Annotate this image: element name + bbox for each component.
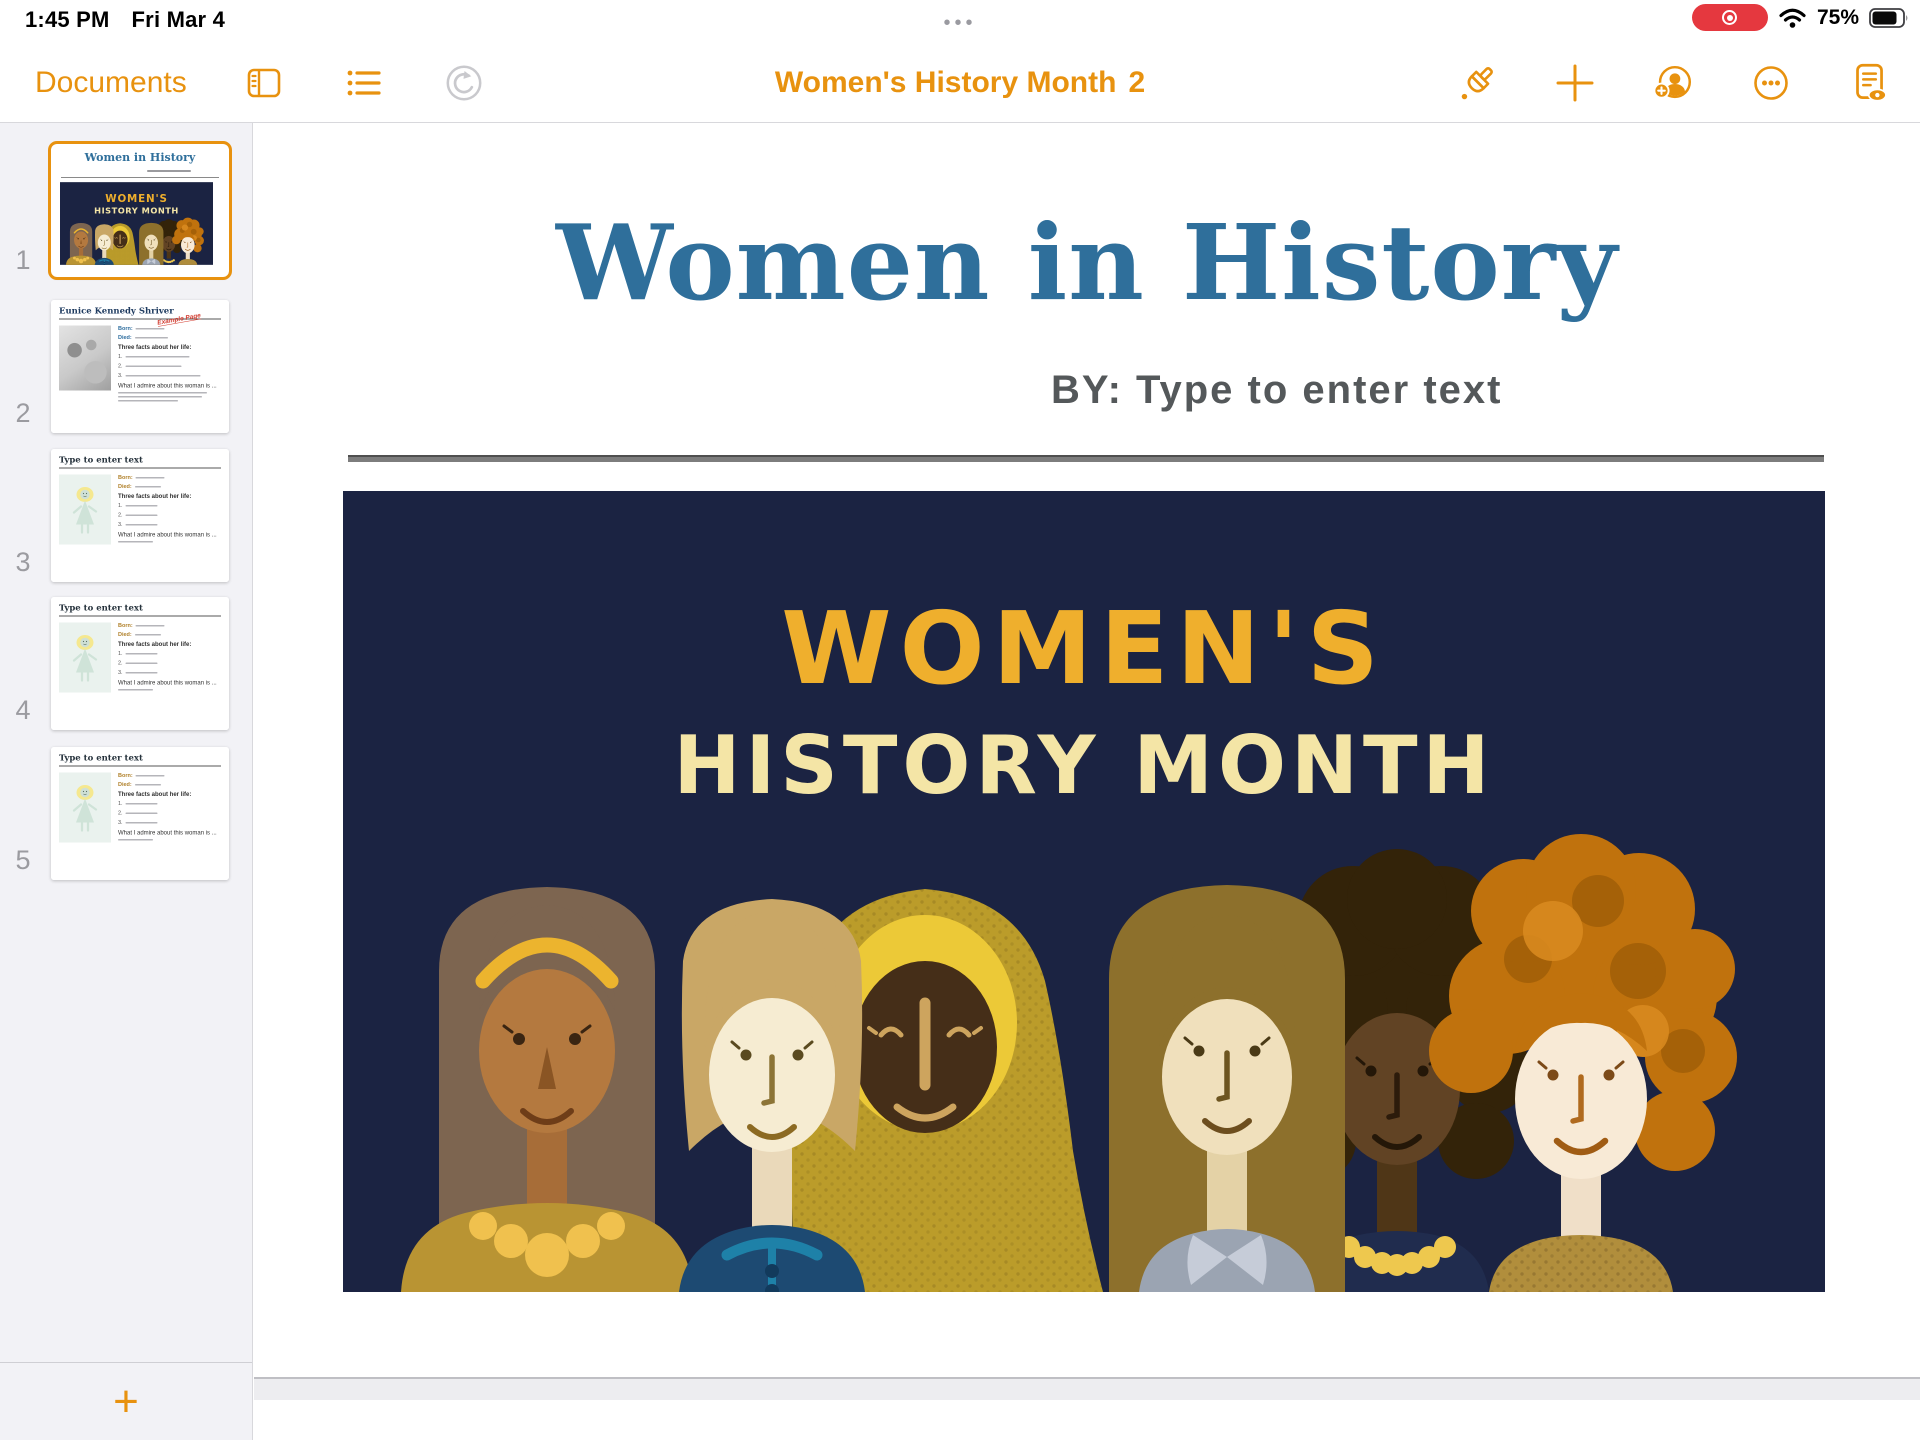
more-button[interactable] bbox=[1748, 60, 1794, 106]
born-label: Born: bbox=[118, 623, 133, 629]
mini-page3-title: Type to enter text bbox=[59, 455, 221, 465]
thumbnail-row-1: Women in History 1 bbox=[0, 141, 252, 280]
born-label: Born: bbox=[118, 773, 133, 779]
table-of-contents-button[interactable] bbox=[341, 60, 387, 106]
mini-placeholder-figure bbox=[59, 773, 111, 843]
page-thumbnail-2[interactable]: Eunice Kennedy Shriver Example Page Born… bbox=[51, 300, 229, 433]
multitasking-dots-icon[interactable]: ••• bbox=[0, 12, 1920, 35]
thumbnail-row-3: Type to enter text bbox=[0, 449, 252, 582]
documents-back-button[interactable]: Documents bbox=[35, 66, 187, 100]
died-label: Died: bbox=[118, 335, 132, 341]
page-thumbnails-sidebar: Women in History 1 Eunice Kennedy Shrive… bbox=[0, 123, 253, 1440]
mini-bw-photo bbox=[59, 326, 111, 391]
born-label: Born: bbox=[118, 475, 133, 481]
mini-page1-title: Women in History bbox=[51, 151, 229, 164]
add-person-icon bbox=[1650, 60, 1696, 106]
document-title: Women's History Month bbox=[775, 66, 1117, 100]
record-icon bbox=[1722, 10, 1737, 25]
list-icon bbox=[342, 61, 386, 105]
mini-page5-title: Type to enter text bbox=[59, 753, 221, 763]
admire-label: What I admire about this woman is ... bbox=[118, 531, 221, 538]
facts-label: Three facts about her life: bbox=[118, 791, 221, 798]
thumbnail-row-2: Eunice Kennedy Shriver Example Page Born… bbox=[0, 300, 252, 433]
wifi-icon bbox=[1778, 6, 1807, 29]
mini-rule bbox=[59, 468, 221, 469]
page-thumbnail-1[interactable]: Women in History bbox=[51, 144, 229, 277]
pages-app-screen: 1:45 PMFri Mar 4 ••• 75% Documents bbox=[0, 0, 1920, 1440]
document-page-1[interactable]: Women in History BY: Type to enter text bbox=[254, 123, 1920, 1377]
document-canvas[interactable]: Women in History BY: Type to enter text bbox=[254, 123, 1920, 1440]
page-thumbnails-toggle-button[interactable] bbox=[241, 60, 287, 106]
mini-placeholder-figure bbox=[59, 475, 111, 545]
womens-history-month-illustration[interactable]: WOMEN'S HISTORY MONTH bbox=[343, 491, 1825, 1292]
page-number-label: 5 bbox=[0, 845, 46, 876]
document-page-indicator: 2 bbox=[1128, 66, 1145, 100]
mini-page1-byline-bar bbox=[147, 170, 191, 172]
mini-rule bbox=[59, 766, 221, 767]
thumbnail-row-4: Type to enter text bbox=[0, 597, 252, 730]
undo-icon bbox=[441, 60, 487, 106]
died-label: Died: bbox=[118, 632, 132, 638]
byline-placeholder[interactable]: BY: Type to enter text bbox=[1051, 368, 1502, 413]
page-number-label: 3 bbox=[0, 547, 46, 578]
status-right-cluster: 75% bbox=[1692, 4, 1910, 31]
sidebar-panel-icon bbox=[242, 61, 286, 105]
page-separator bbox=[254, 1377, 1920, 1400]
page-thumbnail-3[interactable]: Type to enter text bbox=[51, 449, 229, 582]
collaborate-button[interactable] bbox=[1650, 60, 1696, 106]
reader-view-button[interactable] bbox=[1846, 60, 1892, 106]
document-page-2[interactable] bbox=[254, 1400, 1920, 1440]
mini-poster-illustration bbox=[60, 182, 213, 265]
ellipsis-icon bbox=[1749, 61, 1793, 105]
mini-page4-title: Type to enter text bbox=[59, 603, 221, 613]
add-page-button[interactable]: + bbox=[113, 1380, 139, 1424]
born-label: Born: bbox=[118, 326, 133, 332]
battery-icon bbox=[1869, 7, 1910, 29]
undo-button[interactable] bbox=[441, 60, 487, 106]
status-bar: 1:45 PMFri Mar 4 ••• 75% bbox=[0, 0, 1920, 42]
died-label: Died: bbox=[118, 782, 132, 788]
plus-icon bbox=[1553, 61, 1597, 105]
mini-rule bbox=[59, 616, 221, 617]
screen-recording-indicator[interactable] bbox=[1692, 4, 1768, 31]
thumbnail-row-5: Type to enter text bbox=[0, 747, 252, 880]
page-number-label: 2 bbox=[0, 398, 46, 429]
title-divider-rule bbox=[348, 455, 1824, 462]
died-label: Died: bbox=[118, 484, 132, 490]
mini-placeholder-figure bbox=[59, 623, 111, 693]
facts-label: Three facts about her life: bbox=[118, 344, 221, 351]
insert-button[interactable] bbox=[1552, 60, 1598, 106]
page-number-label: 1 bbox=[0, 245, 46, 276]
admire-label: What I admire about this woman is ... bbox=[118, 679, 221, 686]
mini-page1-rule bbox=[61, 177, 219, 178]
page-thumbnail-5[interactable]: Type to enter text bbox=[51, 747, 229, 880]
sidebar-footer: + bbox=[0, 1362, 252, 1440]
page-number-label: 4 bbox=[0, 695, 46, 726]
battery-percent-label: 75% bbox=[1817, 6, 1859, 30]
admire-label: What I admire about this woman is ... bbox=[118, 829, 221, 836]
paintbrush-icon bbox=[1454, 60, 1500, 106]
facts-label: Three facts about her life: bbox=[118, 641, 221, 648]
page-thumbnail-4[interactable]: Type to enter text bbox=[51, 597, 229, 730]
format-button[interactable] bbox=[1454, 60, 1500, 106]
toolbar: Documents bbox=[0, 42, 1920, 123]
document-eye-icon bbox=[1846, 60, 1892, 106]
admire-label: What I admire about this woman is ... bbox=[118, 382, 221, 389]
page-title[interactable]: Women in History bbox=[254, 201, 1920, 324]
facts-label: Three facts about her life: bbox=[118, 493, 221, 500]
